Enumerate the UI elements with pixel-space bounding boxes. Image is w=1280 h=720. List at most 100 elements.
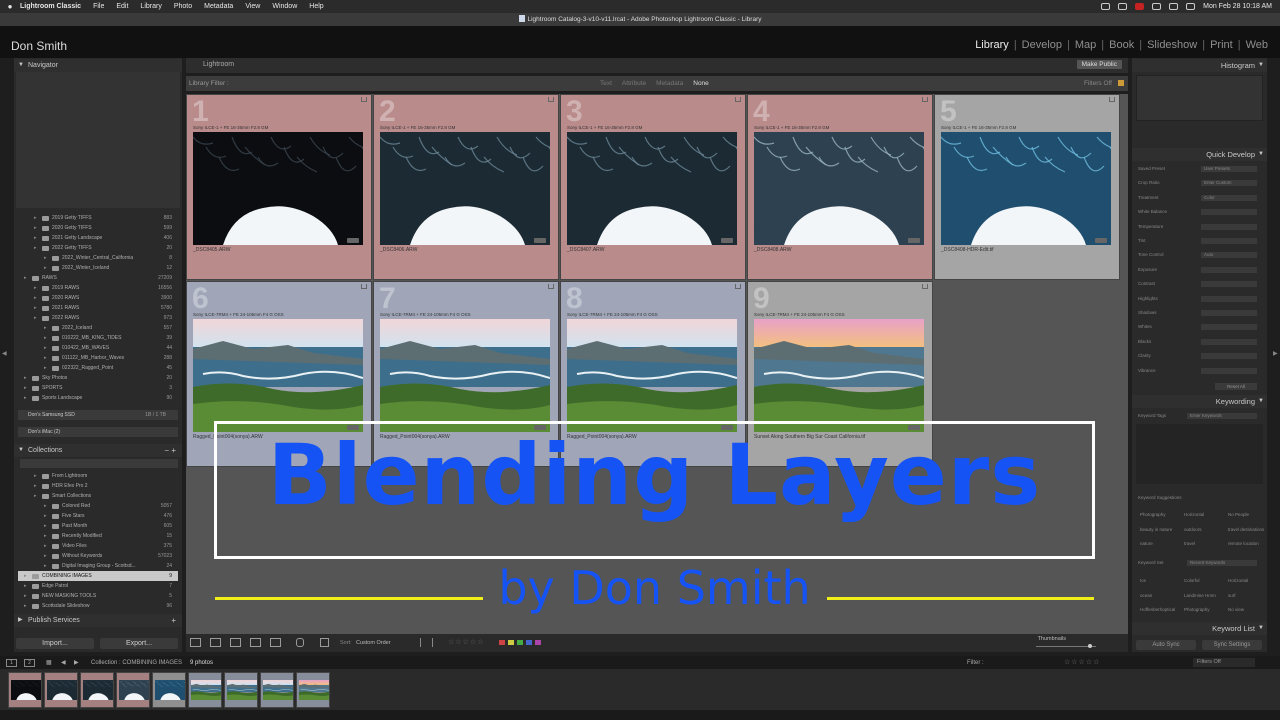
keyword-set-item[interactable]: Hoffenberhoptical xyxy=(1140,607,1175,612)
quick-develop-stepper[interactable] xyxy=(1201,209,1257,216)
photo-thumbnail[interactable] xyxy=(754,319,924,432)
menu-window[interactable]: Window xyxy=(272,3,297,10)
photo-thumbnail[interactable] xyxy=(754,132,924,245)
expand-triangle-icon[interactable]: ▸ xyxy=(24,393,27,403)
thumbnails-slider[interactable] xyxy=(1036,646,1096,647)
expand-triangle-icon[interactable]: ▸ xyxy=(24,581,27,591)
export-button[interactable]: Export... xyxy=(100,638,178,649)
keyword-tags-dropdown[interactable]: Enter Keywords xyxy=(1187,413,1257,419)
list-item[interactable]: ▸ Past Month 605 xyxy=(18,521,178,531)
keyword-set-item[interactable]: Photography xyxy=(1184,607,1210,612)
filmstrip-thumbnail[interactable] xyxy=(8,672,42,708)
photo-thumbnail[interactable] xyxy=(380,319,550,432)
list-item[interactable]: ▸ Five Stars 476 xyxy=(18,511,178,521)
compare-view-icon[interactable] xyxy=(230,638,241,647)
expand-triangle-icon[interactable]: ▸ xyxy=(44,343,47,353)
list-item[interactable]: ▸ 2022 Getty TIFFS 20 xyxy=(18,243,178,253)
keyword-set-item[interactable]: surf xyxy=(1228,593,1236,598)
corner-badge-icon[interactable] xyxy=(735,97,741,102)
spray-can-icon[interactable] xyxy=(296,638,304,647)
keyword-suggestion[interactable]: outdoors xyxy=(1184,527,1202,532)
menu-help[interactable]: Help xyxy=(309,3,323,10)
expand-triangle-icon[interactable]: ▸ xyxy=(44,561,47,571)
sort-direction-icon[interactable] xyxy=(320,638,329,647)
sort-dropdown[interactable]: Custom Order xyxy=(356,640,391,646)
list-item[interactable]: ▸ 2022_Winter_Iceland 12 xyxy=(18,263,178,273)
lock-icon[interactable] xyxy=(1118,80,1124,86)
edit-badge-icon[interactable] xyxy=(721,238,733,243)
module-book[interactable]: Book xyxy=(1109,39,1134,51)
volume-imac[interactable]: Don's iMac (2) xyxy=(18,427,178,437)
thumbnails-slider-knob[interactable] xyxy=(1088,644,1092,648)
quick-develop-dropdown[interactable]: User Presets xyxy=(1201,166,1257,172)
quick-develop-stepper[interactable] xyxy=(1201,281,1257,288)
expand-triangle-icon[interactable]: ▸ xyxy=(44,551,47,561)
keyword-tags-textarea[interactable] xyxy=(1136,424,1263,484)
list-item[interactable]: ▸ Recently Modified 15 xyxy=(18,531,178,541)
list-item[interactable]: ▸ 010222_MB_KING_TIDES 39 xyxy=(18,333,178,343)
list-item[interactable]: ▸ Sky Photos 20 xyxy=(18,373,178,383)
screen-record-icon[interactable] xyxy=(1101,3,1111,10)
filmstrip-thumbnail[interactable] xyxy=(152,672,186,708)
corner-badge-icon[interactable] xyxy=(361,284,367,289)
list-item[interactable]: ▸ HDR Efex Pro 2 xyxy=(18,481,178,491)
quick-develop-header[interactable]: Quick Develop ▼ xyxy=(1132,148,1267,161)
filmstrip-thumbnail[interactable] xyxy=(224,672,258,708)
quick-develop-stepper[interactable] xyxy=(1201,324,1257,331)
list-item[interactable]: ▸ Colored Red 5057 xyxy=(18,501,178,511)
navigator-preview[interactable] xyxy=(16,72,180,208)
import-button[interactable]: Import... xyxy=(16,638,94,649)
menu-view[interactable]: View xyxy=(245,3,260,10)
list-item[interactable]: ▸ 2021 Getty Landscape 406 xyxy=(18,233,178,243)
expand-triangle-icon[interactable]: ▸ xyxy=(44,511,47,521)
volume-icon[interactable] xyxy=(1152,3,1162,10)
quick-develop-dropdown[interactable]: Color xyxy=(1201,194,1257,201)
app-status-icon[interactable] xyxy=(1135,3,1145,10)
keyword-set-item[interactable]: ocean xyxy=(1140,593,1152,598)
people-view-icon[interactable] xyxy=(270,638,281,647)
quick-develop-stepper[interactable] xyxy=(1201,367,1257,374)
navigator-header[interactable]: ▼ Navigator xyxy=(14,59,182,72)
keyword-suggestion[interactable]: nature xyxy=(1140,541,1153,546)
expand-triangle-icon[interactable]: ▸ xyxy=(34,213,37,223)
expand-triangle-icon[interactable]: ▸ xyxy=(44,323,47,333)
grid-small-icon[interactable]: ▦ xyxy=(46,659,52,666)
star-rating[interactable]: ☆☆☆☆☆ xyxy=(448,638,484,646)
list-item[interactable]: ▸ 2020 RAWS 3900 xyxy=(18,293,178,303)
expand-triangle-icon[interactable]: ▸ xyxy=(24,373,27,383)
make-public-button[interactable]: Make Public xyxy=(1076,60,1122,69)
list-item[interactable]: ▸ 022322_Ragged_Point 45 xyxy=(18,363,178,373)
quick-develop-stepper[interactable] xyxy=(1201,266,1257,273)
expand-triangle-icon[interactable]: ▸ xyxy=(44,501,47,511)
filter-option-metadata[interactable]: Metadata xyxy=(656,80,683,87)
label-red-swatch[interactable] xyxy=(499,640,505,645)
survey-view-icon[interactable] xyxy=(250,638,261,647)
corner-badge-icon[interactable] xyxy=(922,97,928,102)
corner-badge-icon[interactable] xyxy=(548,284,554,289)
corner-badge-icon[interactable] xyxy=(1109,97,1115,102)
filmstrip-thumbnail[interactable] xyxy=(296,672,330,708)
keyword-set-item[interactable]: No view xyxy=(1228,607,1244,612)
expand-triangle-icon[interactable]: ▸ xyxy=(44,521,47,531)
sync-settings-button[interactable]: Sync Settings xyxy=(1202,640,1262,650)
keyword-suggestion[interactable]: remote location xyxy=(1228,541,1259,546)
list-item[interactable]: ▸ Sports Landscape 90 xyxy=(18,393,178,403)
filmstrip-thumbnail[interactable] xyxy=(44,672,78,708)
module-print[interactable]: Print xyxy=(1210,39,1233,51)
corner-badge-icon[interactable] xyxy=(548,97,554,102)
list-item[interactable]: ▸ 2019 RAWS 16556 xyxy=(18,283,178,293)
expand-triangle-icon[interactable]: ▸ xyxy=(34,243,37,253)
expand-triangle-icon[interactable]: ▸ xyxy=(24,383,27,393)
photo-thumbnail[interactable] xyxy=(941,132,1111,245)
list-item[interactable]: ▸ 2022 RAWS 973 xyxy=(18,313,178,323)
grid-cell[interactable]: 4 Sony ILCE-1 + FE 16-35mm F2.8 GM _DSC840… xyxy=(747,94,933,280)
expand-triangle-icon[interactable]: ▸ xyxy=(44,531,47,541)
display-icon[interactable] xyxy=(1118,3,1128,10)
list-item[interactable]: ▸ NEW MASKING TOOLS 5 xyxy=(18,591,178,601)
list-item[interactable]: ▸ Without Keywords 57023 xyxy=(18,551,178,561)
expand-triangle-icon[interactable]: ▸ xyxy=(44,253,47,263)
menu-app-name[interactable]: Lightroom Classic xyxy=(20,3,81,10)
menubar-datetime[interactable]: Mon Feb 28 10:18 AM xyxy=(1203,3,1272,10)
filmstrip-source[interactable]: Collection : COMBINING IMAGES xyxy=(91,660,182,666)
corner-badge-icon[interactable] xyxy=(735,284,741,289)
